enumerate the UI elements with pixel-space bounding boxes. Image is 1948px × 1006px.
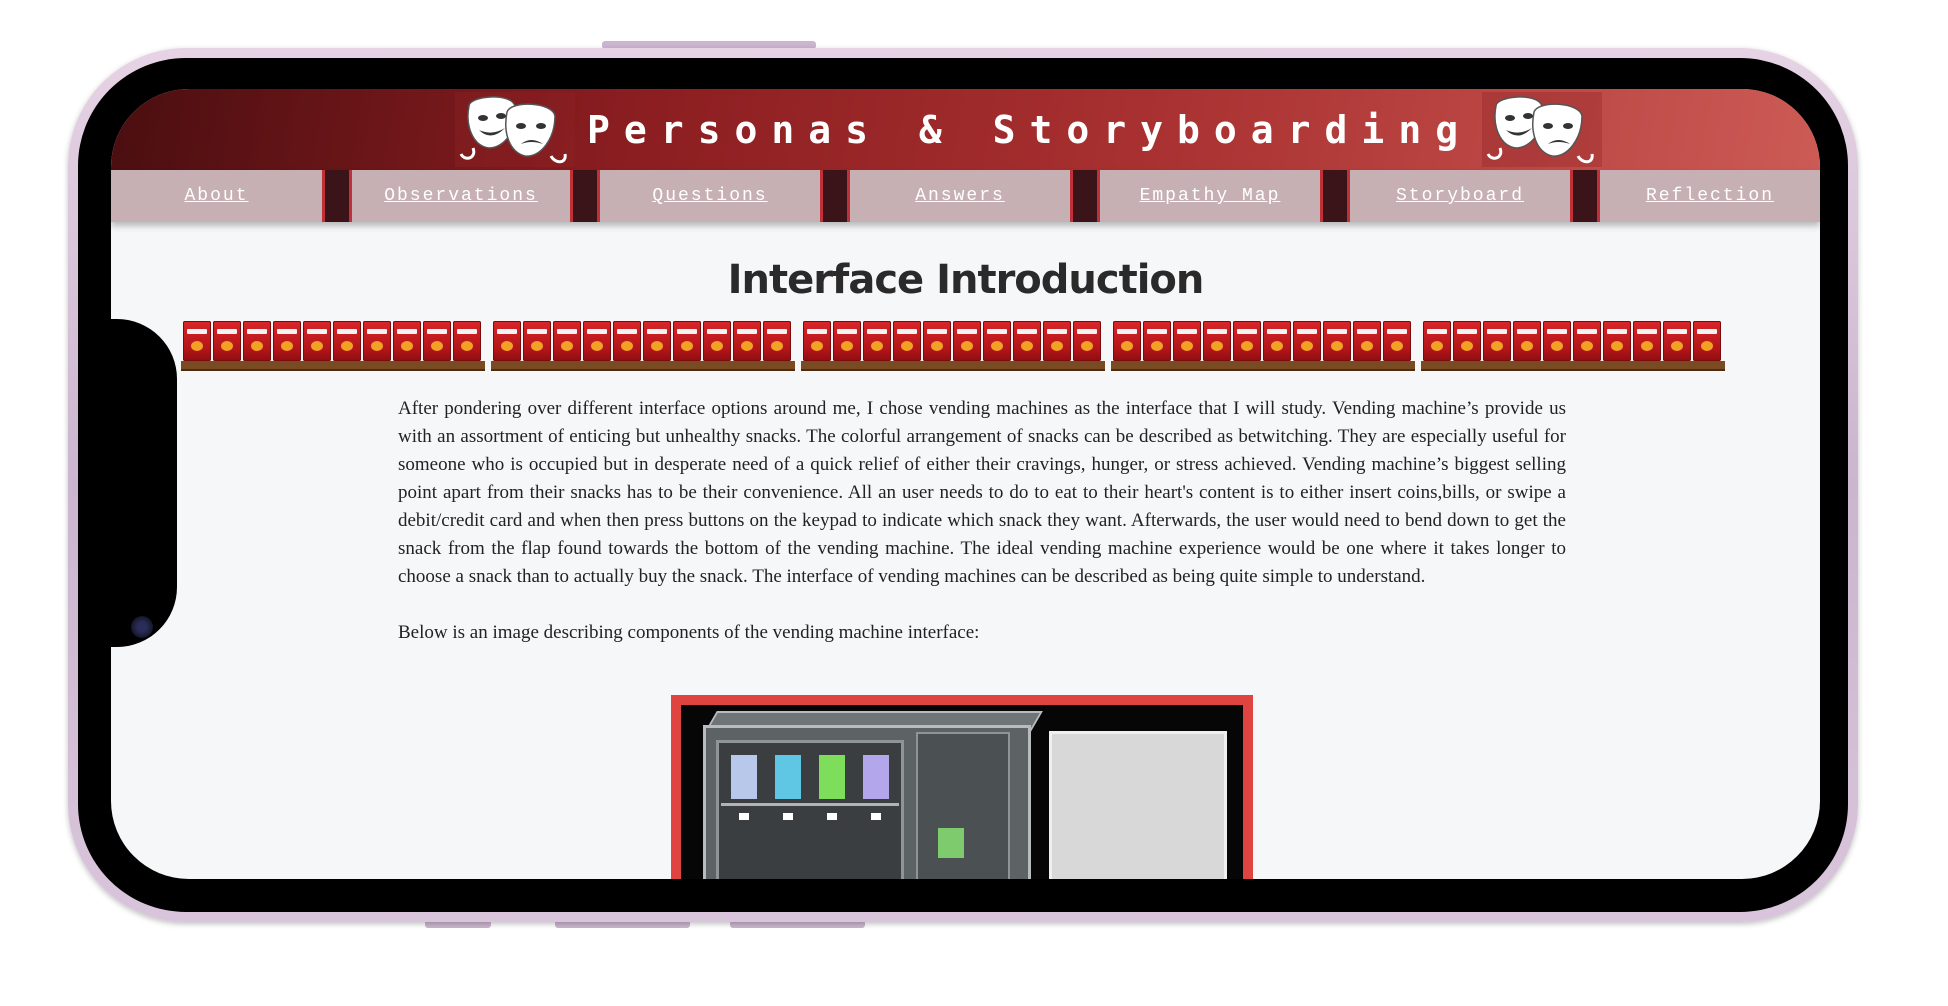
chip-bag-icon xyxy=(1173,321,1201,361)
chip-bag-icon xyxy=(703,321,731,361)
camera-notch xyxy=(111,319,177,647)
site-title: Personas & Storyboarding xyxy=(587,107,1473,152)
chip-bag-icon xyxy=(493,321,521,361)
chip-bag-icon xyxy=(1693,321,1721,361)
snack-shelf xyxy=(1111,321,1415,371)
chip-bag-icon xyxy=(553,321,581,361)
chip-bag-icon xyxy=(1233,321,1261,361)
chip-bag-icon xyxy=(1573,321,1601,361)
page-title: Interface Introduction xyxy=(727,257,1205,303)
nav-link-empathy-map[interactable]: Empathy Map xyxy=(1100,170,1320,222)
nav-divider xyxy=(1570,170,1600,222)
chip-bag-icon xyxy=(733,321,761,361)
chip-bag-icon xyxy=(1203,321,1231,361)
snack-divider-banner xyxy=(181,321,1725,371)
chip-bag-icon xyxy=(213,321,241,361)
theater-masks-icon xyxy=(1482,92,1603,167)
nav-link-storyboard[interactable]: Storyboard xyxy=(1350,170,1570,222)
chip-bag-icon xyxy=(1073,321,1101,361)
chip-bag-icon xyxy=(1423,321,1451,361)
chip-bag-icon xyxy=(423,321,451,361)
chip-bag-icon xyxy=(363,321,391,361)
chip-bag-icon xyxy=(1323,321,1351,361)
vending-machine-cabinet xyxy=(703,725,1031,879)
chip-bag-icon xyxy=(763,321,791,361)
snack-shelf xyxy=(1421,321,1725,371)
chip-bag-icon xyxy=(893,321,921,361)
chip-bag-icon xyxy=(1263,321,1291,361)
nav-divider xyxy=(1320,170,1350,222)
chip-bag-icon xyxy=(1383,321,1411,361)
main-nav: About Observations Questions Answers Emp… xyxy=(111,170,1820,222)
nav-link-answers[interactable]: Answers xyxy=(850,170,1070,222)
chip-bag-icon xyxy=(953,321,981,361)
chip-bag-icon xyxy=(243,321,271,361)
chip-bag-icon xyxy=(523,321,551,361)
chip-bag-icon xyxy=(183,321,211,361)
nav-divider xyxy=(570,170,600,222)
chip-bag-icon xyxy=(1603,321,1631,361)
nav-divider xyxy=(322,170,352,222)
chip-bag-icon xyxy=(643,321,671,361)
vending-machine-diagram xyxy=(671,695,1253,879)
chip-bag-icon xyxy=(1513,321,1541,361)
nav-link-reflection[interactable]: Reflection xyxy=(1600,170,1820,222)
phone-screen: Personas & Storyboarding About Observati… xyxy=(111,89,1820,879)
chip-bag-icon xyxy=(803,321,831,361)
image-caption: Below is an image describing components … xyxy=(398,622,980,643)
chip-bag-icon xyxy=(1543,321,1571,361)
chip-bag-icon xyxy=(273,321,301,361)
intro-text: After pondering over different interface… xyxy=(398,395,1566,675)
chip-bag-icon xyxy=(583,321,611,361)
vending-machine-window xyxy=(716,740,904,879)
snack-shelf xyxy=(801,321,1105,371)
snack-shelf xyxy=(491,321,795,371)
vending-machine-side-panel xyxy=(1049,731,1227,879)
chip-bag-icon xyxy=(1453,321,1481,361)
chip-bag-icon xyxy=(1293,321,1321,361)
site-header: Personas & Storyboarding xyxy=(111,89,1820,170)
chip-bag-icon xyxy=(1663,321,1691,361)
chip-bag-icon xyxy=(333,321,361,361)
chip-bag-icon xyxy=(393,321,421,361)
chip-bag-icon xyxy=(863,321,891,361)
chip-bag-icon xyxy=(673,321,701,361)
chip-bag-icon xyxy=(453,321,481,361)
chip-bag-icon xyxy=(1013,321,1041,361)
snack-shelf xyxy=(181,321,485,371)
chip-bag-icon xyxy=(1143,321,1171,361)
chip-bag-icon xyxy=(1483,321,1511,361)
intro-paragraph: After pondering over different interface… xyxy=(398,398,1566,587)
chip-bag-icon xyxy=(1043,321,1071,361)
chip-bag-icon xyxy=(833,321,861,361)
chip-bag-icon xyxy=(983,321,1011,361)
chip-bag-icon xyxy=(303,321,331,361)
nav-link-questions[interactable]: Questions xyxy=(600,170,820,222)
chip-bag-icon xyxy=(1353,321,1381,361)
nav-divider xyxy=(820,170,850,222)
chip-bag-icon xyxy=(613,321,641,361)
chip-bag-icon xyxy=(923,321,951,361)
camera-icon xyxy=(131,616,153,638)
nav-link-about[interactable]: About xyxy=(111,170,322,222)
chip-bag-icon xyxy=(1113,321,1141,361)
chip-bag-icon xyxy=(1633,321,1661,361)
theater-masks-icon xyxy=(455,92,575,167)
nav-divider xyxy=(1070,170,1100,222)
vending-machine-slot xyxy=(938,828,964,858)
nav-link-observations[interactable]: Observations xyxy=(352,170,570,222)
